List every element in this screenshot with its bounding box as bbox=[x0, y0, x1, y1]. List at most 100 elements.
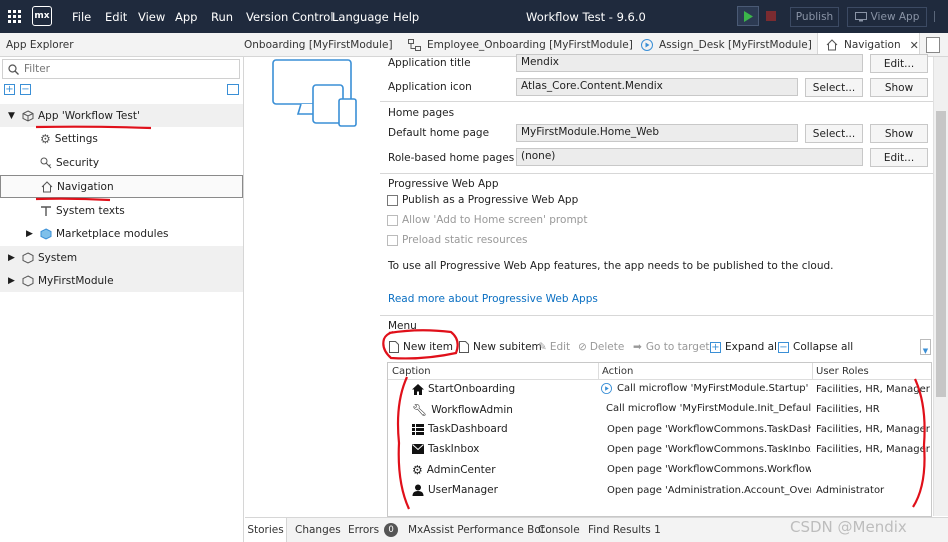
expand-all-button[interactable]: + Expand all bbox=[710, 337, 780, 357]
menu-view[interactable]: View bbox=[138, 10, 165, 24]
edit-button[interactable]: ✎ Edit bbox=[538, 337, 570, 357]
run-button[interactable] bbox=[737, 6, 759, 26]
home-icon bbox=[41, 180, 53, 192]
annotation-bracket-captions bbox=[396, 376, 410, 510]
publish-button[interactable]: Publish bbox=[790, 7, 839, 27]
publish-pwa-checkbox[interactable]: Publish as a Progressive Web App bbox=[387, 194, 578, 206]
tab-onboarding[interactable]: Onboarding [MyFirstModule] bbox=[244, 33, 393, 57]
expand-all-icon[interactable]: + bbox=[4, 84, 15, 95]
sync-view-icon[interactable] bbox=[227, 84, 239, 95]
pencil-icon: ✎ bbox=[538, 341, 547, 353]
module-icon bbox=[22, 251, 34, 264]
window-controls[interactable] bbox=[934, 11, 948, 22]
tab-label: Errors bbox=[348, 524, 380, 536]
tree-item-marketplace[interactable]: ▶ Marketplace modules bbox=[0, 222, 243, 245]
collapse-all-button[interactable]: − Collapse all bbox=[778, 337, 853, 357]
menu-help[interactable]: Help bbox=[393, 10, 419, 24]
application-title-field[interactable]: Mendix bbox=[516, 54, 863, 72]
app-explorer: + − ▼ App 'Workflow Test' ⚙ Settings Sec… bbox=[0, 57, 244, 542]
menu-version-control[interactable]: Version Control bbox=[246, 10, 334, 24]
vertical-scrollbar[interactable] bbox=[933, 57, 948, 516]
chevron-right-icon[interactable]: ▶ bbox=[8, 276, 22, 286]
menu-run[interactable]: Run bbox=[211, 10, 233, 24]
menu-app[interactable]: App bbox=[175, 10, 197, 24]
application-icon-field[interactable]: Atlas_Core.Content.Mendix bbox=[516, 78, 798, 96]
arrow-right-icon: ➡ bbox=[633, 341, 642, 353]
select-home-page-button[interactable]: Select... bbox=[805, 124, 863, 143]
stop-button[interactable] bbox=[766, 11, 776, 28]
select-icon-button[interactable]: Select... bbox=[805, 78, 863, 97]
checkbox-box[interactable] bbox=[387, 194, 398, 206]
menu-language[interactable]: Language bbox=[332, 10, 389, 24]
pwa-heading: Progressive Web App bbox=[388, 178, 499, 190]
show-icon-button[interactable]: Show bbox=[870, 78, 928, 97]
go-to-target-button[interactable]: ➡ Go to target bbox=[633, 337, 710, 357]
table-row[interactable]: 🔧︎ WorkflowAdmin Call microflow 'MyFirstM… bbox=[388, 400, 931, 420]
tree-item-myfirstmodule[interactable]: ▶ MyFirstModule bbox=[0, 269, 243, 292]
tree-label: System texts bbox=[56, 204, 125, 217]
new-subitem-button[interactable]: New subitem bbox=[459, 337, 542, 357]
home-icon bbox=[412, 383, 424, 395]
chevron-down-icon[interactable]: ▼ bbox=[8, 111, 20, 121]
text-icon bbox=[41, 205, 51, 216]
menu-item-roles: Administrator bbox=[816, 485, 885, 496]
tab-console[interactable]: Console bbox=[538, 518, 580, 542]
pwa-read-more-link[interactable]: Read more about Progressive Web Apps bbox=[388, 293, 598, 305]
view-app-button[interactable]: View App bbox=[847, 7, 927, 27]
home-pages-group bbox=[380, 101, 935, 102]
menu-file[interactable]: File bbox=[72, 10, 91, 24]
menu-item-caption: TaskInbox bbox=[428, 443, 480, 455]
tab-mxassist[interactable]: MxAssist Performance Bot bbox=[408, 518, 545, 542]
default-home-page-field[interactable]: MyFirstModule.Home_Web bbox=[516, 124, 798, 142]
toolbar-label: Edit bbox=[549, 341, 571, 353]
gear-icon: ⚙ bbox=[412, 463, 423, 477]
filter-input[interactable] bbox=[24, 63, 224, 75]
microflow-icon bbox=[641, 39, 653, 51]
show-home-page-button[interactable]: Show bbox=[870, 124, 928, 143]
mendix-logo: mx bbox=[32, 6, 52, 26]
table-row[interactable]: TaskInbox Open page 'WorkflowCommons.Tas… bbox=[388, 440, 931, 460]
table-row[interactable]: TaskDashboard Open page 'WorkflowCommons… bbox=[388, 420, 931, 440]
menu-toolbar: New item New subitem ✎ Edit ⊘ Delete ➡ G… bbox=[387, 337, 932, 357]
annotation-underline-navigation bbox=[35, 197, 111, 202]
column-header-user-roles[interactable]: User Roles bbox=[816, 366, 869, 377]
tab-errors[interactable]: Errors 0 bbox=[348, 518, 399, 542]
chevron-right-icon[interactable]: ▶ bbox=[8, 253, 22, 263]
toolbar-label: Go to target bbox=[645, 341, 710, 353]
role-based-home-pages-field[interactable]: (none) bbox=[516, 148, 863, 166]
menu-item-action: Open page 'Administration.Account_Overvi… bbox=[607, 484, 811, 496]
tab-label: Assign_Desk [MyFirstModule] bbox=[659, 39, 812, 51]
menu-edit[interactable]: Edit bbox=[105, 10, 127, 24]
app-grid-icon[interactable] bbox=[8, 10, 21, 23]
table-row[interactable]: StartOnboarding Call microflow 'MyFirstM… bbox=[388, 380, 931, 400]
preload-resources-checkbox: Preload static resources bbox=[387, 234, 528, 246]
table-row[interactable]: UserManager Open page 'Administration.Ac… bbox=[388, 481, 931, 501]
envelope-icon bbox=[412, 444, 424, 454]
table-row[interactable]: ⚙ AdminCenter Open page 'WorkflowCommons.… bbox=[388, 460, 931, 480]
toolbar-label: Collapse all bbox=[793, 341, 854, 353]
tree-item-security[interactable]: Security bbox=[0, 151, 243, 174]
tab-overflow-button[interactable] bbox=[926, 37, 940, 53]
tab-changes[interactable]: Changes bbox=[295, 518, 341, 542]
close-icon[interactable]: ✕ bbox=[910, 39, 919, 52]
tree-item-system[interactable]: ▶ System bbox=[0, 246, 243, 269]
collapse-all-icon[interactable]: − bbox=[20, 84, 31, 95]
minus-box-icon: − bbox=[778, 341, 789, 353]
toolbar-overflow-icon[interactable]: ▼ bbox=[920, 339, 931, 355]
tree-label: MyFirstModule bbox=[38, 274, 114, 287]
chevron-right-icon[interactable]: ▶ bbox=[26, 229, 40, 239]
edit-title-button[interactable]: Edit... bbox=[870, 54, 928, 73]
scrollbar-thumb[interactable] bbox=[936, 111, 946, 397]
column-header-action[interactable]: Action bbox=[602, 366, 633, 377]
wrench-icon: 🔧︎ bbox=[412, 403, 428, 417]
annotation-underline-app bbox=[35, 125, 152, 130]
edit-role-based-button[interactable]: Edit... bbox=[870, 148, 928, 167]
filter-box[interactable] bbox=[2, 59, 240, 79]
tree-label: Security bbox=[56, 156, 100, 169]
monitor-icon bbox=[854, 12, 867, 22]
tab-stories[interactable]: Stories bbox=[245, 518, 287, 542]
annotation-circle-new-item bbox=[382, 329, 459, 360]
tab-find-results[interactable]: Find Results 1 bbox=[588, 518, 661, 542]
stop-icon bbox=[766, 11, 776, 21]
delete-button[interactable]: ⊘ Delete bbox=[578, 337, 624, 357]
